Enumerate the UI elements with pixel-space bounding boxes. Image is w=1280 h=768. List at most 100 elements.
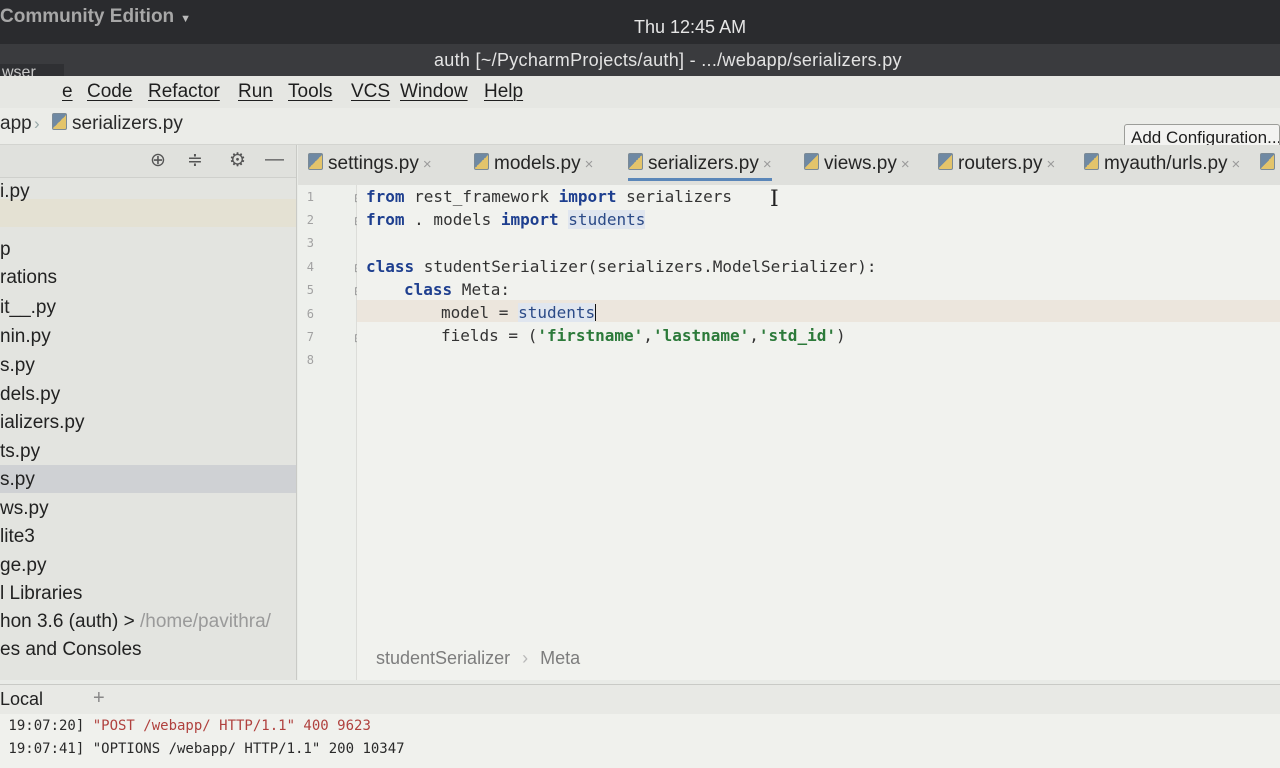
terminal-header: Local + xyxy=(0,684,1280,715)
clock[interactable]: Thu 12:45 AM xyxy=(634,17,746,38)
tree-item[interactable]: ge.py xyxy=(0,555,46,577)
tab-models[interactable]: models.py × xyxy=(474,153,593,175)
tree-item-selected[interactable]: s.py xyxy=(0,465,296,493)
hide-panel-icon[interactable]: — xyxy=(265,149,284,171)
python-file-icon xyxy=(1260,153,1275,170)
code-line-4[interactable]: class studentSerializer(serializers.Mode… xyxy=(366,257,877,276)
tree-item[interactable]: ts.py xyxy=(0,441,40,463)
tree-item[interactable]: rations xyxy=(0,267,57,289)
tree-item[interactable]: l Libraries xyxy=(0,583,82,605)
line-number: 2 xyxy=(306,213,314,227)
breadcrumb-inner-class[interactable]: Meta xyxy=(540,648,580,668)
tree-item[interactable]: nin.py xyxy=(0,326,51,348)
tab-label: routers.py xyxy=(958,153,1043,174)
breadcrumb-root[interactable]: app xyxy=(0,113,32,135)
tree-hover-band xyxy=(0,199,296,227)
python-sdk-label: hon 3.6 (auth) > xyxy=(0,611,135,632)
tab-myauth-urls[interactable]: myauth/urls.py × xyxy=(1084,153,1240,175)
menu-bar: e Code Refactor Run Tools VCS Window Hel… xyxy=(0,76,1280,109)
tab-overflow[interactable] xyxy=(1260,153,1280,175)
terminal-output[interactable]: 19:07:20] "POST /webapp/ HTTP/1.1" 400 9… xyxy=(0,714,1280,768)
line-number: 6 xyxy=(306,307,314,321)
log-line: 19:07:20] "POST /webapp/ HTTP/1.1" 400 9… xyxy=(0,718,371,734)
menu-navigate[interactable]: e xyxy=(62,81,73,103)
chevron-down-icon: ▼ xyxy=(180,13,192,25)
code-line-7[interactable]: fields = ('firstname','lastname','std_id… xyxy=(441,326,846,345)
line-number: 4 xyxy=(306,260,314,274)
menu-vcs[interactable]: VCS xyxy=(351,81,390,103)
tab-views[interactable]: views.py × xyxy=(804,153,910,175)
breadcrumb-file-label: serializers.py xyxy=(72,113,183,134)
editor-breadcrumb: studentSerializer › Meta xyxy=(376,648,580,669)
tree-item[interactable]: es and Consoles xyxy=(0,639,142,661)
close-icon[interactable]: × xyxy=(901,156,910,173)
breadcrumb-class[interactable]: studentSerializer xyxy=(376,648,510,668)
line-number: 7 xyxy=(306,330,314,344)
text-caret xyxy=(595,304,597,321)
line-number: 1 xyxy=(306,190,314,204)
tab-serializers[interactable]: serializers.py × xyxy=(628,153,772,181)
menu-help[interactable]: Help xyxy=(484,81,523,103)
terminal-tab-local[interactable]: Local xyxy=(0,689,43,710)
menu-tools[interactable]: Tools xyxy=(288,81,332,103)
gear-icon[interactable]: ⚙ xyxy=(229,149,246,172)
app-menu-label: Community Edition xyxy=(0,6,175,27)
editor-tab-bar: settings.py × models.py × serializers.py × … xyxy=(298,145,1280,186)
collapse-all-icon[interactable]: ≑ xyxy=(187,149,203,172)
python-file-icon xyxy=(52,113,67,130)
code-line-6[interactable]: model = students xyxy=(441,303,597,322)
python-sdk-path: /home/pavithra/ xyxy=(139,611,271,632)
menu-run[interactable]: Run xyxy=(238,81,273,103)
python-file-icon xyxy=(474,153,489,170)
menu-code[interactable]: Code xyxy=(87,81,132,103)
menu-window[interactable]: Window xyxy=(400,81,468,103)
tree-item[interactable]: ializers.py xyxy=(0,412,84,434)
tab-settings[interactable]: settings.py × xyxy=(308,153,432,175)
chevron-right-icon: › xyxy=(34,114,40,133)
close-icon[interactable]: × xyxy=(423,156,432,173)
tree-item-python-sdk[interactable]: hon 3.6 (auth) > /home/pavithra/ xyxy=(0,611,271,633)
window-title-bar: auth [~/PycharmProjects/auth] - .../weba… xyxy=(0,44,1280,86)
python-file-icon xyxy=(308,153,323,170)
python-file-icon xyxy=(938,153,953,170)
tree-item[interactable]: ws.py xyxy=(0,498,49,520)
menu-refactor[interactable]: Refactor xyxy=(148,81,220,103)
close-icon[interactable]: × xyxy=(1046,156,1055,173)
tree-item[interactable]: i.py xyxy=(0,181,30,203)
close-icon[interactable]: × xyxy=(763,156,772,173)
locate-target-icon[interactable]: ⊕ xyxy=(150,149,166,172)
line-number-gutter: 1 2 3 4 5 6 7 8 ⊟ ⊟ ⊟ ⊟ ⊟ xyxy=(298,185,364,680)
line-number: 8 xyxy=(306,353,314,367)
app-menu[interactable]: Community Edition ▼ xyxy=(0,6,191,28)
tab-label: models.py xyxy=(494,153,581,174)
project-panel-toolbar: ⊕ ≑ ⚙ — xyxy=(0,145,296,178)
code-line-1[interactable]: from rest_framework import serializers xyxy=(366,187,732,206)
close-icon[interactable]: × xyxy=(585,156,594,173)
close-icon[interactable]: × xyxy=(1232,156,1241,173)
code-line-2[interactable]: from . models import students xyxy=(366,210,646,229)
ibeam-cursor-icon: I xyxy=(770,187,779,212)
tab-label: views.py xyxy=(824,153,897,174)
os-top-bar: Community Edition ▼ Thu 12:45 AM xyxy=(0,0,1280,44)
tab-routers[interactable]: routers.py × xyxy=(938,153,1055,175)
python-file-icon xyxy=(804,153,819,170)
tab-label: settings.py xyxy=(328,153,419,174)
tree-item[interactable]: p xyxy=(0,239,11,261)
code-line-5[interactable]: class Meta: xyxy=(404,280,510,299)
line-number: 5 xyxy=(306,283,314,297)
new-terminal-button[interactable]: + xyxy=(93,687,105,710)
tree-item[interactable]: lite3 xyxy=(0,526,35,548)
navigation-bar: app › serializers.py Add Configuration..… xyxy=(0,108,1280,150)
tab-label: myauth/urls.py xyxy=(1104,153,1228,174)
tree-item[interactable]: dels.py xyxy=(0,384,60,406)
line-number: 3 xyxy=(306,236,314,250)
python-file-icon xyxy=(628,153,643,170)
log-line: 19:07:41] "OPTIONS /webapp/ HTTP/1.1" 20… xyxy=(0,741,405,757)
project-panel: ⊕ ≑ ⚙ — i.py p rations it__.py nin.py s.… xyxy=(0,145,297,680)
window-title: auth [~/PycharmProjects/auth] - .../weba… xyxy=(434,50,902,70)
tree-item[interactable]: s.py xyxy=(0,355,35,377)
chevron-right-icon: › xyxy=(522,648,529,668)
tab-label: serializers.py xyxy=(648,153,759,174)
breadcrumb-file[interactable]: serializers.py xyxy=(52,113,183,135)
tree-item[interactable]: it__.py xyxy=(0,297,56,319)
